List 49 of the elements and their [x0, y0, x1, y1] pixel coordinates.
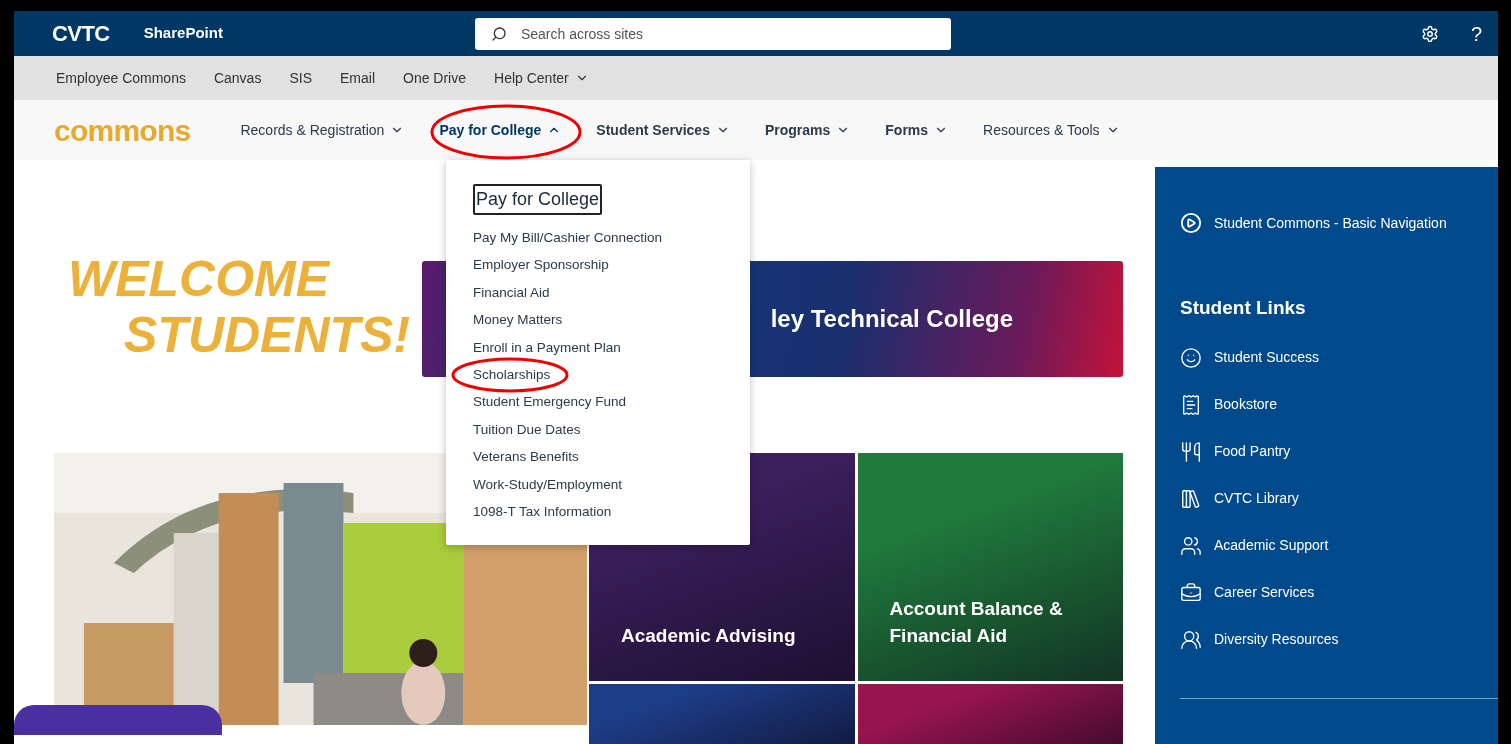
section-heading: Student Links: [1180, 296, 1307, 320]
menu-item[interactable]: Student Emergency Fund: [473, 388, 627, 416]
hub-nav-link[interactable]: Help Center: [494, 67, 589, 89]
group-icon: [1180, 628, 1202, 651]
hub-nav-link[interactable]: One Drive: [403, 67, 467, 89]
receipt-icon: [1180, 393, 1202, 416]
search-field[interactable]: Search across sites: [474, 17, 951, 50]
student-link[interactable]: Academic Support: [1180, 532, 1498, 559]
site-nav-link[interactable]: Records & Registration: [240, 119, 405, 141]
menu-item[interactable]: Money Matters: [473, 306, 563, 334]
help-button[interactable]: ?: [1470, 18, 1482, 49]
tile[interactable]: [589, 684, 855, 744]
tile[interactable]: [857, 684, 1123, 744]
hub-nav-link[interactable]: SIS: [289, 67, 312, 89]
video-link[interactable]: Student Commons - Basic Navigation: [1180, 212, 1498, 234]
settings-icon[interactable]: [1420, 24, 1439, 43]
welcome-graphic: WELCOME STUDENTS!: [67, 250, 412, 363]
play-icon: [1180, 212, 1202, 234]
student-link[interactable]: Food Pantry: [1180, 438, 1498, 465]
briefcase-icon: [1180, 581, 1202, 604]
tile-title: Account Balance & Financial Aid: [889, 597, 1064, 648]
site-nav-link[interactable]: Resources & Tools: [983, 119, 1120, 141]
search-icon: [490, 25, 507, 42]
student-link[interactable]: Career Services: [1180, 579, 1498, 606]
menu-heading[interactable]: Pay for College: [473, 184, 603, 215]
tile[interactable]: Account Balance & Financial Aid: [857, 453, 1123, 681]
hub-nav-link[interactable]: Canvas: [213, 67, 262, 89]
people-icon: [1180, 534, 1202, 557]
smile-icon: [1180, 346, 1202, 369]
site-nav-link[interactable]: Programs: [764, 119, 851, 141]
student-link[interactable]: CVTC Library: [1180, 485, 1498, 512]
student-link[interactable]: Diversity Resources: [1180, 626, 1498, 653]
hub-nav-link[interactable]: Employee Commons: [56, 67, 186, 89]
site-nav-link[interactable]: Forms: [885, 119, 949, 141]
menu-item[interactable]: Tuition Due Dates: [473, 415, 581, 444]
menu-item[interactable]: Financial Aid: [473, 278, 550, 307]
menu-item[interactable]: Pay My Bill/Cashier Connection: [473, 224, 663, 252]
fork-icon: [1180, 440, 1202, 463]
student-link[interactable]: Bookstore: [1180, 391, 1498, 418]
app-name[interactable]: SharePoint: [143, 22, 223, 45]
tile-title: Academic Advising: [621, 624, 796, 648]
site-nav-link[interactable]: Student Services: [596, 119, 730, 141]
menu-item[interactable]: Veterans Benefits: [473, 443, 579, 471]
books-icon: [1180, 487, 1202, 510]
hub-nav-link[interactable]: Email: [340, 67, 375, 89]
student-link[interactable]: Student Success: [1180, 344, 1498, 371]
banner-title: ley Technical College: [770, 303, 1013, 334]
logo[interactable]: CVTC: [52, 17, 110, 50]
menu-item[interactable]: Enroll in a Payment Plan: [473, 333, 621, 361]
